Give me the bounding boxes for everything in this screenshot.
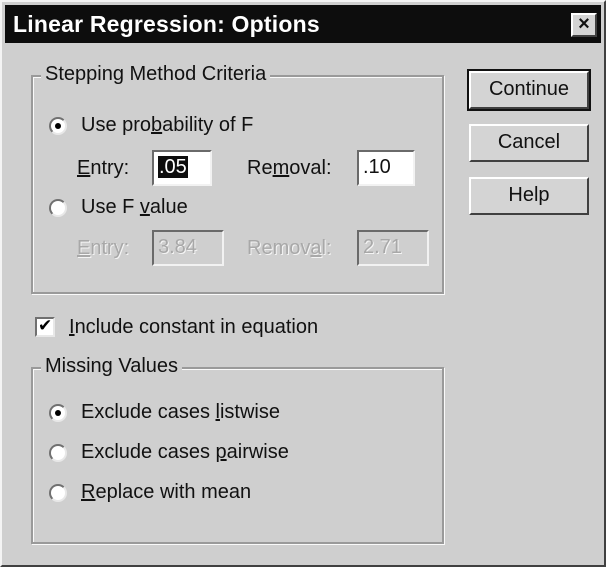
use-f-value-label[interactable]: Use F value [81, 196, 188, 219]
use-probability-label[interactable]: Use probability of F [81, 114, 253, 137]
prob-removal-input[interactable]: .10 [357, 150, 415, 186]
checkmark-icon: ✔ [38, 316, 53, 336]
exclude-listwise-label[interactable]: Exclude cases listwise [81, 401, 280, 424]
replace-mean-radio[interactable] [49, 484, 67, 502]
window-title: Linear Regression: Options [13, 11, 320, 37]
include-constant-label[interactable]: Include constant in equation [69, 316, 318, 339]
close-icon: × [578, 13, 590, 35]
stepping-method-legend: Stepping Method Criteria [41, 63, 271, 86]
exclude-pairwise-label[interactable]: Exclude cases pairwise [81, 441, 289, 464]
close-button[interactable]: × [571, 13, 597, 37]
include-constant-checkbox[interactable]: ✔ [35, 316, 55, 337]
prob-entry-label: Entry: [77, 157, 130, 179]
f-entry-label: Entry: [77, 237, 130, 259]
prob-removal-label: Removal: [247, 157, 332, 179]
radio-selected-dot [55, 123, 61, 129]
use-f-value-radio[interactable] [49, 199, 67, 217]
help-button[interactable]: Help [469, 177, 589, 215]
radio-selected-dot [55, 410, 61, 416]
options-dialog: Linear Regression: Options × Stepping Me… [0, 0, 606, 567]
f-removal-label: Removal: [247, 237, 332, 259]
use-probability-radio[interactable] [49, 117, 67, 135]
exclude-listwise-radio[interactable] [49, 404, 67, 422]
f-entry-input[interactable]: 3.84 [152, 230, 224, 266]
cancel-button[interactable]: Cancel [469, 124, 589, 162]
prob-entry-input[interactable]: .05 [152, 150, 212, 186]
exclude-pairwise-radio[interactable] [49, 444, 67, 462]
replace-mean-label[interactable]: Replace with mean [81, 481, 251, 504]
f-removal-input[interactable]: 2.71 [357, 230, 429, 266]
missing-values-legend: Missing Values [41, 355, 183, 378]
continue-button[interactable]: Continue [467, 69, 591, 111]
title-bar[interactable]: Linear Regression: Options × [5, 5, 601, 43]
